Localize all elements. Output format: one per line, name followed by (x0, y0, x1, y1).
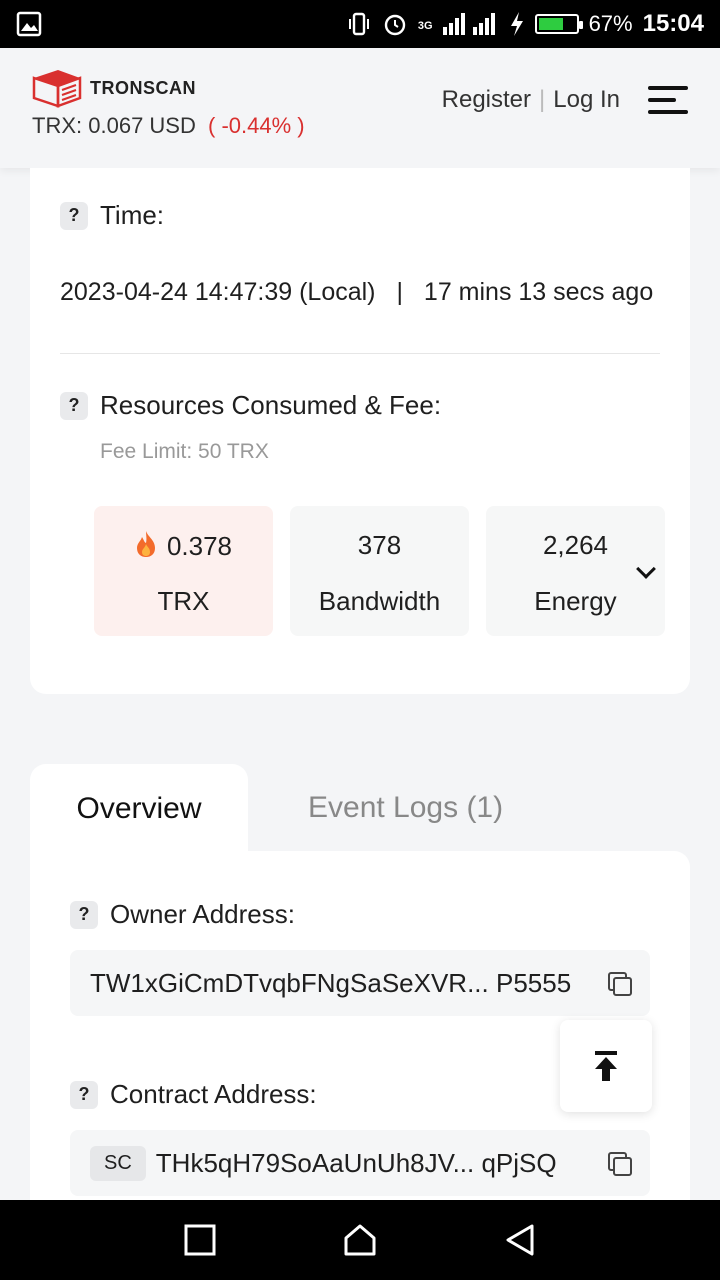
charging-icon (510, 12, 523, 36)
resource-energy[interactable]: 2,264 Energy (486, 506, 665, 636)
tab-overview[interactable]: Overview (30, 764, 248, 854)
contract-address-label: Contract Address: (110, 1079, 317, 1109)
recents-icon[interactable] (184, 1224, 216, 1256)
fee-limit: Fee Limit: 50 TRX (100, 440, 269, 463)
resources-label-row: ? Resources Consumed & Fee: (60, 390, 441, 421)
back-icon[interactable] (504, 1224, 536, 1256)
time-label-row: ? Time: (60, 200, 164, 231)
help-icon[interactable]: ? (60, 391, 88, 420)
resource-trx-value: 0.378 (166, 531, 233, 561)
resource-bandwidth-unit: Bandwidth (318, 586, 441, 616)
contract-address[interactable]: THk5qH79SoAaUnUh8JV... qPjSQ (156, 1148, 557, 1179)
transaction-details-card: ? Time: 2023-04-24 14:47:39 (Local) | 17… (30, 168, 690, 694)
site-header: TRONSCAN TRX: 0.067 USD ( -0.44% ) Regis… (0, 48, 720, 168)
resource-trx-value-row: 0.378 (94, 530, 273, 562)
help-icon[interactable]: ? (70, 1080, 98, 1109)
copy-icon[interactable] (608, 1152, 632, 1176)
tronscan-logo-icon (32, 70, 82, 108)
back-to-top-button[interactable] (560, 1020, 652, 1112)
alarm-icon (384, 14, 406, 36)
arrow-up-to-top-icon (595, 1051, 617, 1081)
help-icon[interactable]: ? (60, 201, 88, 230)
price-value: 0.067 USD (88, 113, 196, 138)
resource-energy-value: 2,264 (542, 530, 609, 560)
system-nav-bar (0, 1200, 720, 1280)
chevron-down-icon[interactable] (636, 559, 656, 579)
hamburger-menu-icon[interactable] (648, 86, 688, 116)
smart-contract-badge: SC (90, 1145, 146, 1181)
divider (60, 353, 660, 354)
time-separator: | (396, 278, 403, 306)
resource-bandwidth-value: 378 (357, 530, 402, 560)
battery-icon (534, 14, 583, 34)
battery-percent: 67% (588, 11, 633, 36)
copy-icon[interactable] (608, 972, 632, 996)
signal-icon (442, 13, 495, 35)
contract-label-row: ? Contract Address: (70, 1079, 317, 1110)
image-notification-icon (16, 11, 42, 37)
auth-links: Register | Log In (442, 86, 620, 114)
clock: 15:04 (642, 10, 704, 37)
help-icon[interactable]: ? (70, 900, 98, 929)
status-bar: 3G 67% 15:04 (0, 0, 720, 48)
fire-icon (136, 531, 155, 557)
time-ago: 17 mins 13 secs ago (423, 278, 654, 306)
auth-separator: | (539, 86, 546, 113)
login-link[interactable]: Log In (553, 86, 620, 114)
resources-label: Resources Consumed & Fee: (100, 390, 442, 420)
contract-address-box: SC THk5qH79SoAaUnUh8JV... qPjSQ (70, 1130, 650, 1196)
time-value-row: 2023-04-24 14:47:39 (Local) | 17 mins 13… (60, 278, 653, 307)
tab-event-logs[interactable]: Event Logs (1) (308, 764, 503, 852)
owner-address-box: TW1xGiCmDTvqbFNgSaSeXVR... P5555 (70, 950, 650, 1016)
price-prefix: TRX: (32, 113, 83, 138)
home-icon[interactable] (343, 1224, 377, 1256)
logo-text: TRONSCAN (90, 77, 196, 98)
resource-trx-unit: TRX (157, 586, 210, 616)
owner-label-row: ? Owner Address: (70, 899, 295, 930)
time-value: 2023-04-24 14:47:39 (Local) (60, 278, 376, 306)
network-type: 3G (417, 20, 433, 32)
tab-bar: Overview Event Logs (1) (30, 764, 690, 854)
trx-price: TRX: 0.067 USD ( -0.44% ) (32, 113, 305, 139)
price-change: ( -0.44% ) (208, 113, 305, 138)
tronscan-logo[interactable]: TRONSCAN (32, 68, 196, 108)
resource-bandwidth: 378 Bandwidth (290, 506, 469, 636)
time-label: Time: (100, 200, 165, 230)
resource-trx: 0.378 TRX (94, 506, 273, 636)
vibrate-icon (348, 12, 369, 36)
resource-energy-unit: Energy (534, 586, 617, 616)
owner-address[interactable]: TW1xGiCmDTvqbFNgSaSeXVR... P5555 (90, 968, 571, 999)
register-link[interactable]: Register (442, 86, 531, 114)
owner-address-label: Owner Address: (110, 899, 295, 929)
